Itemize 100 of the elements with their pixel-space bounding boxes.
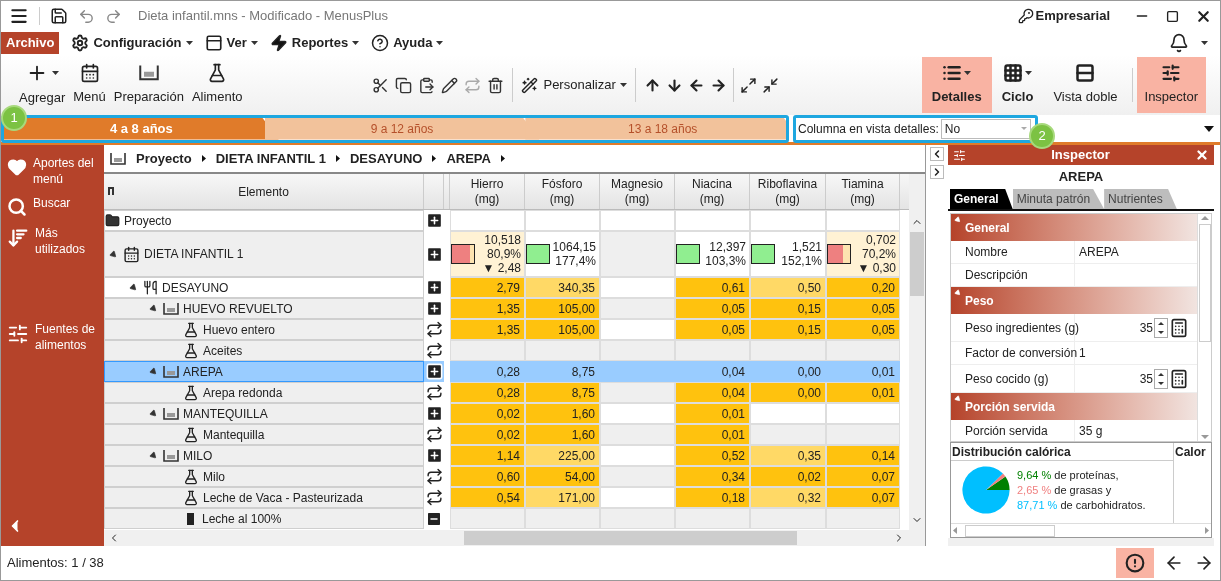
save-icon[interactable] bbox=[50, 7, 68, 25]
column-header[interactable]: Elemento bbox=[108, 182, 419, 201]
tree-item[interactable]: DIETA INFANTIL 1 bbox=[104, 231, 424, 277]
tree-item[interactable]: MANTEQUILLA bbox=[104, 403, 424, 424]
tree-item[interactable]: Arepa redonda bbox=[104, 382, 424, 403]
trash-icon[interactable] bbox=[487, 76, 505, 94]
add-icon[interactable] bbox=[424, 362, 444, 381]
arrow-up-icon[interactable] bbox=[643, 76, 661, 94]
tree-item[interactable]: Huevo entero bbox=[104, 319, 424, 340]
menu-item[interactable]: Reportes bbox=[291, 33, 349, 53]
property-value[interactable]: AREPA bbox=[1075, 241, 1197, 263]
scrollbar-thumb[interactable] bbox=[464, 531, 797, 545]
spinner-control[interactable] bbox=[1154, 368, 1168, 389]
chevron-right-icon[interactable] bbox=[930, 165, 944, 179]
scroll-right-icon[interactable] bbox=[1205, 527, 1209, 534]
view-button[interactable]: Vista doble bbox=[1043, 57, 1128, 113]
toolbar-button[interactable]: Menú bbox=[69, 57, 110, 113]
tree-item[interactable]: Proyecto bbox=[104, 210, 424, 231]
swap-icon[interactable] bbox=[425, 384, 443, 401]
redo-icon[interactable] bbox=[105, 7, 122, 25]
tree-item[interactable]: Milo bbox=[104, 466, 424, 487]
undo-icon[interactable] bbox=[78, 7, 95, 25]
breadcrumb-item[interactable]: Proyecto bbox=[136, 148, 192, 169]
column-header[interactable]: Magnesio (mg) bbox=[600, 174, 675, 209]
bell-icon[interactable] bbox=[1169, 33, 1189, 53]
table-cell: 105,00 bbox=[525, 319, 600, 340]
sliders-icon bbox=[7, 323, 29, 345]
tree-item[interactable]: AREPA bbox=[104, 361, 424, 382]
swap-icon[interactable] bbox=[425, 426, 443, 443]
scroll-up-icon[interactable] bbox=[1200, 216, 1209, 220]
swap-icon[interactable] bbox=[425, 468, 443, 485]
copy-icon[interactable] bbox=[395, 76, 413, 94]
toolbar-button[interactable]: Alimento bbox=[187, 57, 247, 113]
column-header[interactable]: Hierro (mg) bbox=[450, 174, 525, 209]
calculator-icon[interactable] bbox=[1169, 368, 1189, 389]
tree-item[interactable]: HUEVO REVUELTO bbox=[104, 298, 424, 319]
breadcrumb-item[interactable]: DESAYUNO bbox=[349, 148, 423, 169]
scroll-down-icon[interactable] bbox=[1200, 435, 1209, 439]
column-header[interactable]: Fósforo (mg) bbox=[525, 174, 600, 209]
pencil-icon[interactable] bbox=[441, 76, 459, 94]
scrollbar-thumb[interactable] bbox=[965, 524, 1055, 537]
tree-item[interactable]: MILO bbox=[104, 445, 424, 466]
section-header[interactable]: Peso bbox=[951, 287, 1197, 314]
tree-item[interactable]: Mantequilla bbox=[104, 424, 424, 445]
menu-item[interactable]: Ayuda bbox=[393, 33, 433, 53]
customize-button[interactable]: Personalizar bbox=[543, 75, 616, 95]
sidebar-item[interactable]: Aportes del menú bbox=[1, 155, 104, 187]
increment-icon[interactable] bbox=[1158, 321, 1164, 325]
number-field[interactable]: 35 bbox=[1139, 318, 1153, 337]
cut-icon[interactable] bbox=[372, 76, 390, 94]
calculator-icon[interactable] bbox=[1169, 317, 1189, 338]
tree-item[interactable]: Leche de Vaca - Pasteurizada bbox=[104, 487, 424, 508]
number-field[interactable]: 35 bbox=[1139, 369, 1153, 388]
scroll-left-icon[interactable] bbox=[953, 527, 957, 534]
tree-item[interactable]: Leche al 100% bbox=[104, 508, 424, 529]
alert-button[interactable] bbox=[1116, 548, 1154, 578]
maximize-icon[interactable] bbox=[1166, 9, 1179, 23]
view-button[interactable]: Ciclo bbox=[991, 57, 1044, 113]
section-header[interactable]: General bbox=[951, 214, 1197, 241]
column-header[interactable]: Riboflavina (mg) bbox=[750, 174, 826, 209]
sidebar-item[interactable]: Más utilizados bbox=[1, 225, 104, 257]
scrollbar-thumb[interactable] bbox=[1198, 224, 1211, 342]
breadcrumb-item[interactable]: AREPA bbox=[446, 148, 491, 169]
breadcrumb-item[interactable]: DIETA INFANTIL 1 bbox=[215, 148, 326, 169]
column-header[interactable]: Tiamina (mg) bbox=[826, 174, 900, 209]
collapse-icon[interactable] bbox=[761, 76, 779, 94]
arrow-down-icon[interactable] bbox=[665, 76, 683, 94]
inspector-tab[interactable]: Minuta patrón bbox=[1012, 189, 1105, 209]
menu-item[interactable]: Ver bbox=[226, 33, 247, 53]
select-field[interactable]: No bbox=[940, 118, 1031, 139]
file-menu[interactable]: Archivo bbox=[1, 32, 60, 54]
inspector-tab[interactable]: General bbox=[950, 189, 1013, 209]
increment-icon[interactable] bbox=[1158, 372, 1164, 376]
column-header[interactable]: Niacina (mg) bbox=[675, 174, 750, 209]
tree-item[interactable]: DESAYUNO bbox=[104, 277, 424, 298]
menu-icon[interactable] bbox=[9, 6, 29, 26]
expander-icon[interactable] bbox=[953, 394, 963, 404]
inspector-button[interactable]: Inspector bbox=[1136, 57, 1206, 113]
expand-icon[interactable] bbox=[739, 76, 757, 94]
section-header[interactable]: Porción servida bbox=[951, 393, 1197, 420]
spinner-control[interactable] bbox=[1154, 317, 1168, 338]
expander-icon[interactable] bbox=[953, 215, 963, 225]
inspector-tab[interactable]: Nutrientes bbox=[1104, 189, 1177, 209]
toolbar-button[interactable]: Preparación bbox=[109, 57, 188, 113]
sidebar-item[interactable]: Buscar bbox=[1, 195, 104, 217]
swap-icon[interactable] bbox=[425, 489, 443, 506]
paste-icon[interactable] bbox=[418, 76, 436, 94]
scrollbar-thumb[interactable] bbox=[910, 232, 924, 296]
menu-item[interactable]: Configuración bbox=[93, 33, 182, 53]
view-button[interactable]: Detalles bbox=[921, 57, 992, 113]
chevron-left-icon[interactable] bbox=[930, 147, 944, 161]
sidebar-item[interactable]: Fuentes de alimentos bbox=[1, 321, 104, 353]
property-value[interactable]: 35 g bbox=[1075, 420, 1197, 441]
decrement-icon[interactable] bbox=[1158, 381, 1164, 385]
expander-icon[interactable] bbox=[953, 288, 963, 298]
swap-icon[interactable] bbox=[425, 321, 443, 338]
decrement-icon[interactable] bbox=[1158, 330, 1164, 334]
tree-item[interactable]: Aceites bbox=[104, 340, 424, 361]
swap-icon[interactable] bbox=[425, 342, 443, 359]
caret-icon[interactable] bbox=[1204, 125, 1214, 132]
